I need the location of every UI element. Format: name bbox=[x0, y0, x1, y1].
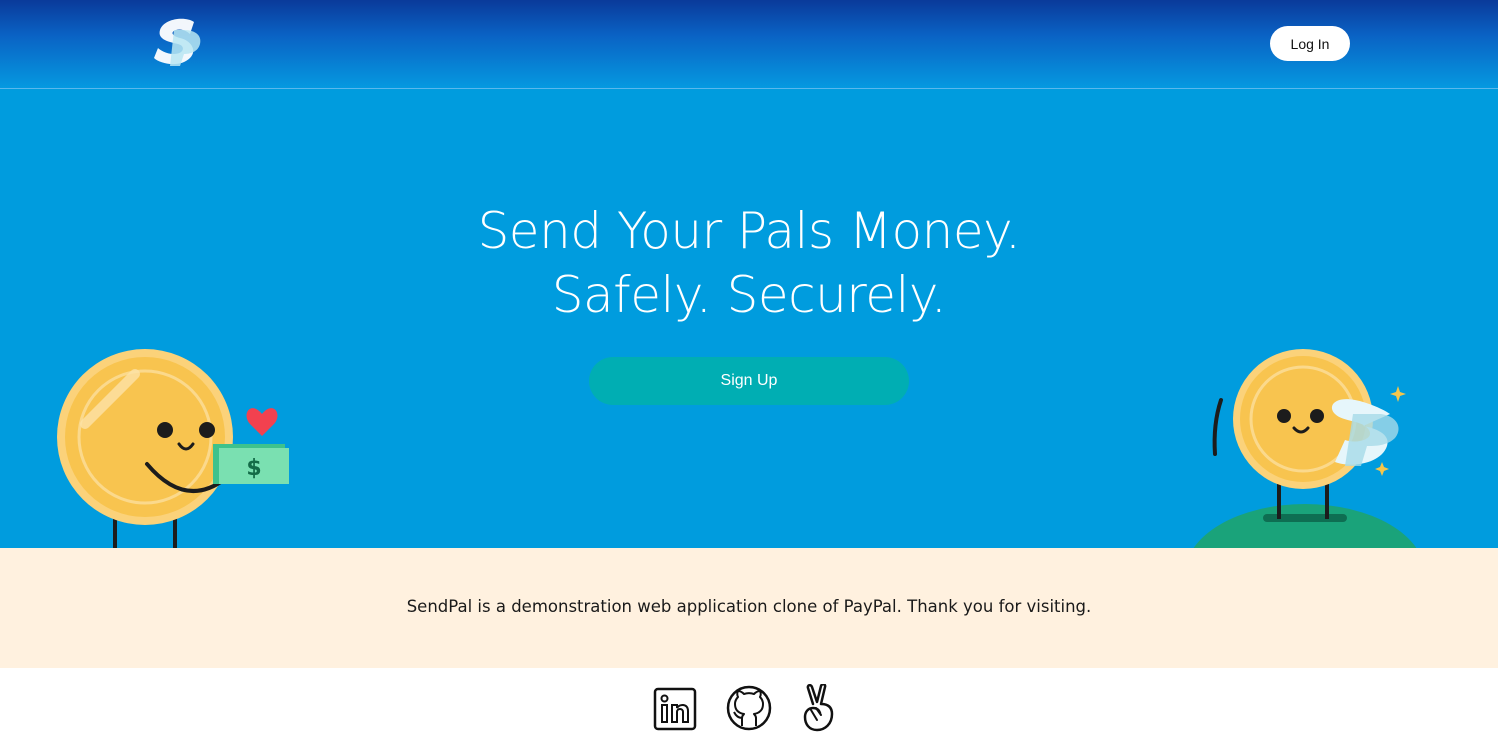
login-button[interactable]: Log In bbox=[1270, 26, 1350, 61]
github-icon[interactable] bbox=[725, 684, 773, 732]
hero-section: Send Your Pals Money. Safely. Securely. … bbox=[0, 89, 1498, 548]
site-footer bbox=[0, 668, 1498, 747]
about-section: SendPal is a demonstration web applicati… bbox=[0, 548, 1498, 668]
coin-character-with-cash-icon: $ bbox=[57, 349, 289, 548]
headline-line-1: Send Your Pals Money. bbox=[477, 202, 1021, 260]
about-text: SendPal is a demonstration web applicati… bbox=[406, 597, 1092, 616]
sendpal-logo-icon[interactable] bbox=[150, 14, 206, 68]
headline-line-2: Safely. Securely. bbox=[551, 266, 947, 324]
hero-headline: Send Your Pals Money. Safely. Securely. bbox=[0, 199, 1498, 327]
site-header: Log In bbox=[0, 0, 1498, 89]
linkedin-icon[interactable] bbox=[652, 686, 698, 732]
signup-button[interactable]: Sign Up bbox=[589, 357, 909, 405]
angellist-icon[interactable] bbox=[800, 682, 842, 732]
coin-character-with-logo-icon bbox=[1193, 349, 1417, 548]
svg-text:$: $ bbox=[246, 456, 261, 481]
